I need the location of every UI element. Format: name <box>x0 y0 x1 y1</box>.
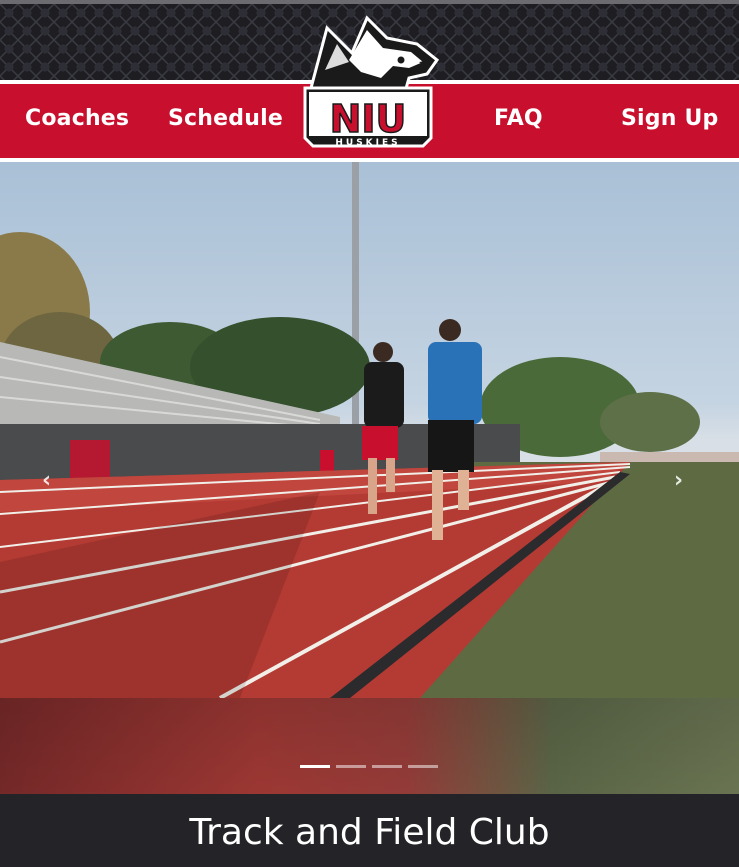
carousel-blurred-strip <box>0 698 739 794</box>
carousel-indicator[interactable] <box>408 765 438 768</box>
page-title-bar: Track and Field Club <box>0 794 739 867</box>
carousel-slide-image <box>0 162 739 698</box>
nav-schedule[interactable]: Schedule <box>168 106 283 131</box>
logo-niu-text: NIU <box>330 97 407 141</box>
logo-huskies-text: HUSKIES <box>335 138 400 148</box>
nav-sign-up[interactable]: Sign Up <box>621 106 718 131</box>
carousel-indicator[interactable] <box>336 765 366 768</box>
chevron-right-icon[interactable]: › <box>674 468 683 493</box>
carousel-indicator[interactable] <box>372 765 402 768</box>
carousel-indicators <box>300 765 440 769</box>
nav-faq[interactable]: FAQ <box>494 106 543 131</box>
nav-coaches[interactable]: Coaches <box>25 106 129 131</box>
niu-huskies-logo[interactable]: NIU HUSKIES <box>297 8 440 154</box>
husky-head-logo: NIU HUSKIES <box>303 15 440 148</box>
chevron-left-icon[interactable]: ‹ <box>42 468 51 493</box>
carousel-indicator[interactable] <box>300 765 330 768</box>
page-title: Track and Field Club <box>189 812 550 853</box>
